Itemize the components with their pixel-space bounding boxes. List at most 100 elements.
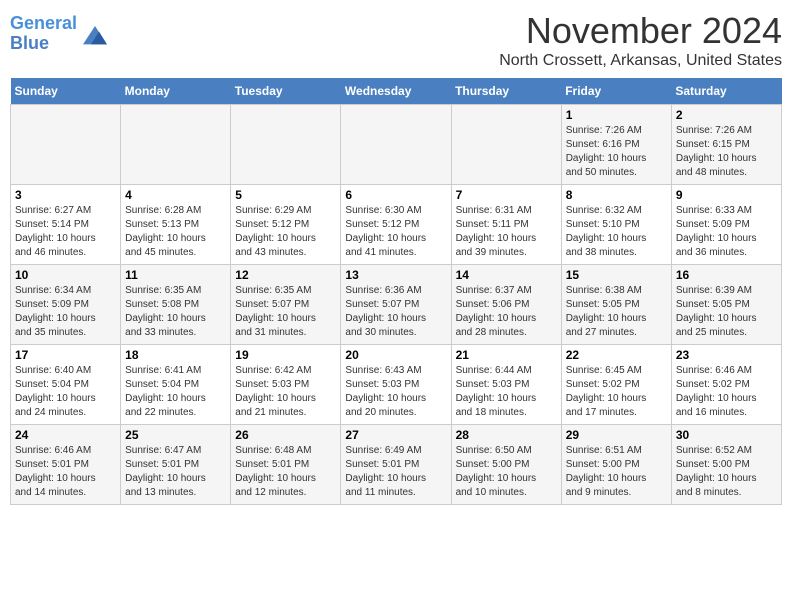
weekday-header: Sunday [11, 78, 121, 105]
day-number: 14 [456, 268, 557, 282]
calendar-cell: 10 Sunrise: 6:34 AM Sunset: 5:09 PM Dayli… [11, 265, 121, 345]
day-number: 9 [676, 188, 777, 202]
weekday-header-row: SundayMondayTuesdayWednesdayThursdayFrid… [11, 78, 782, 105]
day-info: Sunrise: 7:26 AM Sunset: 6:16 PM Dayligh… [566, 124, 667, 180]
day-number: 29 [566, 428, 667, 442]
day-number: 27 [345, 428, 446, 442]
day-info: Sunrise: 6:44 AM Sunset: 5:03 PM Dayligh… [456, 364, 557, 420]
calendar-cell: 7 Sunrise: 6:31 AM Sunset: 5:11 PM Daylig… [451, 185, 561, 265]
day-number: 19 [235, 348, 336, 362]
day-info: Sunrise: 6:37 AM Sunset: 5:06 PM Dayligh… [456, 284, 557, 340]
day-number: 7 [456, 188, 557, 202]
day-number: 13 [345, 268, 446, 282]
day-number: 8 [566, 188, 667, 202]
logo-blue-text: Blue [10, 33, 49, 53]
day-number: 16 [676, 268, 777, 282]
day-number: 4 [125, 188, 226, 202]
calendar-cell: 19 Sunrise: 6:42 AM Sunset: 5:03 PM Dayli… [231, 345, 341, 425]
day-info: Sunrise: 6:40 AM Sunset: 5:04 PM Dayligh… [15, 364, 116, 420]
calendar-cell [231, 105, 341, 185]
day-number: 15 [566, 268, 667, 282]
calendar-cell: 20Sunrise: 6:43 AM Sunset: 5:03 PM Dayli… [341, 345, 451, 425]
calendar-cell: 4 Sunrise: 6:28 AM Sunset: 5:13 PM Daylig… [121, 185, 231, 265]
calendar-cell: 16 Sunrise: 6:39 AM Sunset: 5:05 PM Dayli… [671, 265, 781, 345]
weekday-header: Tuesday [231, 78, 341, 105]
day-number: 3 [15, 188, 116, 202]
calendar-week-row: 10 Sunrise: 6:34 AM Sunset: 5:09 PM Dayli… [11, 265, 782, 345]
day-info: Sunrise: 6:47 AM Sunset: 5:01 PM Dayligh… [125, 444, 226, 500]
day-number: 17 [15, 348, 116, 362]
day-info: Sunrise: 6:27 AM Sunset: 5:14 PM Dayligh… [15, 204, 116, 260]
day-info: Sunrise: 6:29 AM Sunset: 5:12 PM Dayligh… [235, 204, 336, 260]
day-info: Sunrise: 6:39 AM Sunset: 5:05 PM Dayligh… [676, 284, 777, 340]
day-info: Sunrise: 6:48 AM Sunset: 5:01 PM Dayligh… [235, 444, 336, 500]
calendar-cell: 25Sunrise: 6:47 AM Sunset: 5:01 PM Dayli… [121, 425, 231, 505]
calendar-cell: 15Sunrise: 6:38 AM Sunset: 5:05 PM Dayli… [561, 265, 671, 345]
weekday-header: Saturday [671, 78, 781, 105]
calendar-cell: 6 Sunrise: 6:30 AM Sunset: 5:12 PM Daylig… [341, 185, 451, 265]
calendar-cell: 12Sunrise: 6:35 AM Sunset: 5:07 PM Dayli… [231, 265, 341, 345]
calendar-cell: 18 Sunrise: 6:41 AM Sunset: 5:04 PM Dayli… [121, 345, 231, 425]
calendar-cell: 27 Sunrise: 6:49 AM Sunset: 5:01 PM Dayli… [341, 425, 451, 505]
calendar-cell [341, 105, 451, 185]
day-number: 2 [676, 108, 777, 122]
day-info: Sunrise: 6:35 AM Sunset: 5:08 PM Dayligh… [125, 284, 226, 340]
calendar-week-row: 3 Sunrise: 6:27 AM Sunset: 5:14 PM Daylig… [11, 185, 782, 265]
day-number: 11 [125, 268, 226, 282]
day-info: Sunrise: 6:41 AM Sunset: 5:04 PM Dayligh… [125, 364, 226, 420]
day-info: Sunrise: 6:36 AM Sunset: 5:07 PM Dayligh… [345, 284, 446, 340]
calendar-cell: 26 Sunrise: 6:48 AM Sunset: 5:01 PM Dayli… [231, 425, 341, 505]
day-info: Sunrise: 6:42 AM Sunset: 5:03 PM Dayligh… [235, 364, 336, 420]
logo-icon [79, 20, 111, 48]
day-info: Sunrise: 7:26 AM Sunset: 6:15 PM Dayligh… [676, 124, 777, 180]
day-info: Sunrise: 6:33 AM Sunset: 5:09 PM Dayligh… [676, 204, 777, 260]
calendar-week-row: 24Sunrise: 6:46 AM Sunset: 5:01 PM Dayli… [11, 425, 782, 505]
weekday-header: Wednesday [341, 78, 451, 105]
day-info: Sunrise: 6:49 AM Sunset: 5:01 PM Dayligh… [345, 444, 446, 500]
day-info: Sunrise: 6:31 AM Sunset: 5:11 PM Dayligh… [456, 204, 557, 260]
day-info: Sunrise: 6:43 AM Sunset: 5:03 PM Dayligh… [345, 364, 446, 420]
calendar-cell: 28 Sunrise: 6:50 AM Sunset: 5:00 PM Dayli… [451, 425, 561, 505]
day-number: 5 [235, 188, 336, 202]
calendar-cell: 9 Sunrise: 6:33 AM Sunset: 5:09 PM Daylig… [671, 185, 781, 265]
weekday-header: Thursday [451, 78, 561, 105]
calendar-table: SundayMondayTuesdayWednesdayThursdayFrid… [10, 78, 782, 505]
day-info: Sunrise: 6:45 AM Sunset: 5:02 PM Dayligh… [566, 364, 667, 420]
calendar-cell: 14 Sunrise: 6:37 AM Sunset: 5:06 PM Dayli… [451, 265, 561, 345]
title-section: November 2024 North Crossett, Arkansas, … [499, 10, 782, 70]
day-info: Sunrise: 6:30 AM Sunset: 5:12 PM Dayligh… [345, 204, 446, 260]
calendar-cell: 8Sunrise: 6:32 AM Sunset: 5:10 PM Daylig… [561, 185, 671, 265]
calendar-cell: 30Sunrise: 6:52 AM Sunset: 5:00 PM Dayli… [671, 425, 781, 505]
calendar-cell: 17 Sunrise: 6:40 AM Sunset: 5:04 PM Dayli… [11, 345, 121, 425]
location-title: North Crossett, Arkansas, United States [499, 52, 782, 70]
day-number: 10 [15, 268, 116, 282]
logo-general: General [10, 13, 77, 33]
calendar-cell: 23Sunrise: 6:46 AM Sunset: 5:02 PM Dayli… [671, 345, 781, 425]
day-number: 28 [456, 428, 557, 442]
month-title: November 2024 [499, 10, 782, 52]
day-number: 23 [676, 348, 777, 362]
logo: General Blue [10, 14, 111, 54]
day-number: 24 [15, 428, 116, 442]
day-info: Sunrise: 6:52 AM Sunset: 5:00 PM Dayligh… [676, 444, 777, 500]
calendar-cell: 5 Sunrise: 6:29 AM Sunset: 5:12 PM Daylig… [231, 185, 341, 265]
calendar-cell [11, 105, 121, 185]
page-header: General Blue November 2024 North Crosset… [10, 10, 782, 70]
calendar-cell [451, 105, 561, 185]
day-number: 6 [345, 188, 446, 202]
weekday-header: Monday [121, 78, 231, 105]
calendar-cell: 11 Sunrise: 6:35 AM Sunset: 5:08 PM Dayli… [121, 265, 231, 345]
day-info: Sunrise: 6:28 AM Sunset: 5:13 PM Dayligh… [125, 204, 226, 260]
day-number: 12 [235, 268, 336, 282]
day-info: Sunrise: 6:50 AM Sunset: 5:00 PM Dayligh… [456, 444, 557, 500]
calendar-cell: 29Sunrise: 6:51 AM Sunset: 5:00 PM Dayli… [561, 425, 671, 505]
day-info: Sunrise: 6:34 AM Sunset: 5:09 PM Dayligh… [15, 284, 116, 340]
calendar-week-row: 1Sunrise: 7:26 AM Sunset: 6:16 PM Daylig… [11, 105, 782, 185]
day-number: 21 [456, 348, 557, 362]
calendar-cell: 21 Sunrise: 6:44 AM Sunset: 5:03 PM Dayli… [451, 345, 561, 425]
day-number: 18 [125, 348, 226, 362]
logo-text: General [10, 14, 77, 34]
day-number: 26 [235, 428, 336, 442]
calendar-week-row: 17 Sunrise: 6:40 AM Sunset: 5:04 PM Dayli… [11, 345, 782, 425]
calendar-cell: 3 Sunrise: 6:27 AM Sunset: 5:14 PM Daylig… [11, 185, 121, 265]
